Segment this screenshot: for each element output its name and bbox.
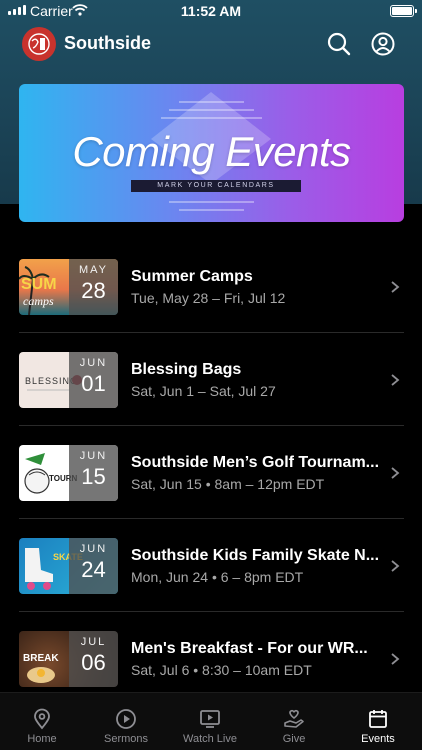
church-logo [22,27,56,61]
status-bar: Carrier 11:52 AM [0,0,422,22]
chevron-right-icon [391,560,400,572]
event-thumbnail: SUM camps MAY 28 [19,259,118,315]
event-month: JUN [79,450,108,462]
event-title: Southside Kids Family Skate N... [131,547,380,564]
tab-watch-live[interactable]: Watch Live [168,693,252,750]
search-button[interactable] [326,31,352,57]
event-title: Men's Breakfast - For our WR... [131,640,368,657]
event-dates: Tue, May 28 – Fri, Jul 12 [131,290,286,306]
tab-bar: Home Sermons Watch Live Give Events [0,692,422,750]
logo-icon [28,33,50,55]
svg-text:camps: camps [23,294,54,308]
event-row-summer-camps[interactable]: SUM camps MAY 28 Summer Camps Tue, May 2… [0,240,422,333]
event-title: Southside Men’s Golf Tournam... [131,454,380,471]
app-header: Southside [0,22,422,66]
banner-title: Coming Events [72,128,351,175]
date-badge: JUN 24 [69,538,118,594]
date-badge: JUN 15 [69,445,118,501]
event-title: Summer Camps [131,268,253,285]
tab-label: Sermons [103,733,149,745]
event-month: JUL [80,636,107,648]
tab-label: Give [282,733,306,745]
svg-text:SUM: SUM [21,276,57,293]
chevron-right-icon [391,467,400,479]
location-pin-icon [34,708,50,730]
date-badge: MAY 28 [69,259,118,315]
hand-heart-icon [284,709,304,728]
tab-give[interactable]: Give [252,693,336,750]
event-dates: Sat, Jun 15 • 8am – 12pm EDT [131,476,325,492]
tab-sermons[interactable]: Sermons [84,693,168,750]
event-row-blessing-bags[interactable]: BLESSING JUN 01 Blessing Bags Sat, Jun 1… [0,333,422,426]
tab-label: Home [27,733,57,745]
date-badge: JUL 06 [69,631,118,687]
profile-icon [371,32,395,56]
tab-home[interactable]: Home [0,693,84,750]
event-month: MAY [78,264,109,276]
event-dates: Sat, Jul 6 • 8:30 – 10am EDT [131,662,312,678]
calendar-icon [369,710,387,728]
event-title: Blessing Bags [131,361,242,378]
event-thumbnail: BLESSING JUN 01 [19,352,118,408]
event-row-family-skate[interactable]: SKATE JUN 24 Southside Kids Family Skate… [0,519,422,612]
event-thumbnail: SKATE JUN 24 [19,538,118,594]
play-circle-icon [116,709,136,729]
tab-events[interactable]: Events [336,693,420,750]
status-time: 11:52 AM [180,3,242,19]
event-day: 01 [81,371,106,396]
event-thumbnail: TOURN JUN 15 [19,445,118,501]
banner-subtitle: MARK YOUR CALENDARS [131,180,301,192]
profile-button[interactable] [370,31,396,57]
event-row-golf-tournament[interactable]: TOURN JUN 15 Southside Men’s Golf Tourna… [0,426,422,519]
event-month: JUN [79,543,108,555]
chevron-right-icon [391,281,400,293]
tv-play-icon [200,710,220,728]
date-badge: JUN 01 [69,352,118,408]
svg-text:BREAK: BREAK [23,653,59,664]
events-list: SUM camps MAY 28 Summer Camps Tue, May 2… [0,240,422,705]
event-dates: Mon, Jun 24 • 6 – 8pm EDT [131,569,304,585]
tab-label: Events [361,733,395,745]
coming-events-banner[interactable]: Coming Events MARK YOUR CALENDARS [19,84,404,222]
app-title: Southside [64,33,152,53]
event-month: JUN [79,357,108,369]
event-dates: Sat, Jun 1 – Sat, Jul 27 [131,383,276,399]
event-day: 28 [81,278,106,303]
event-day: 06 [81,650,106,675]
chevron-right-icon [391,653,400,665]
event-thumbnail: BREAK JUL 06 [19,631,118,687]
event-day: 15 [81,464,106,489]
chevron-right-icon [391,374,400,386]
search-icon [327,32,351,56]
battery-icon [390,5,417,17]
event-day: 24 [81,557,106,582]
tab-label: Watch Live [182,733,237,745]
